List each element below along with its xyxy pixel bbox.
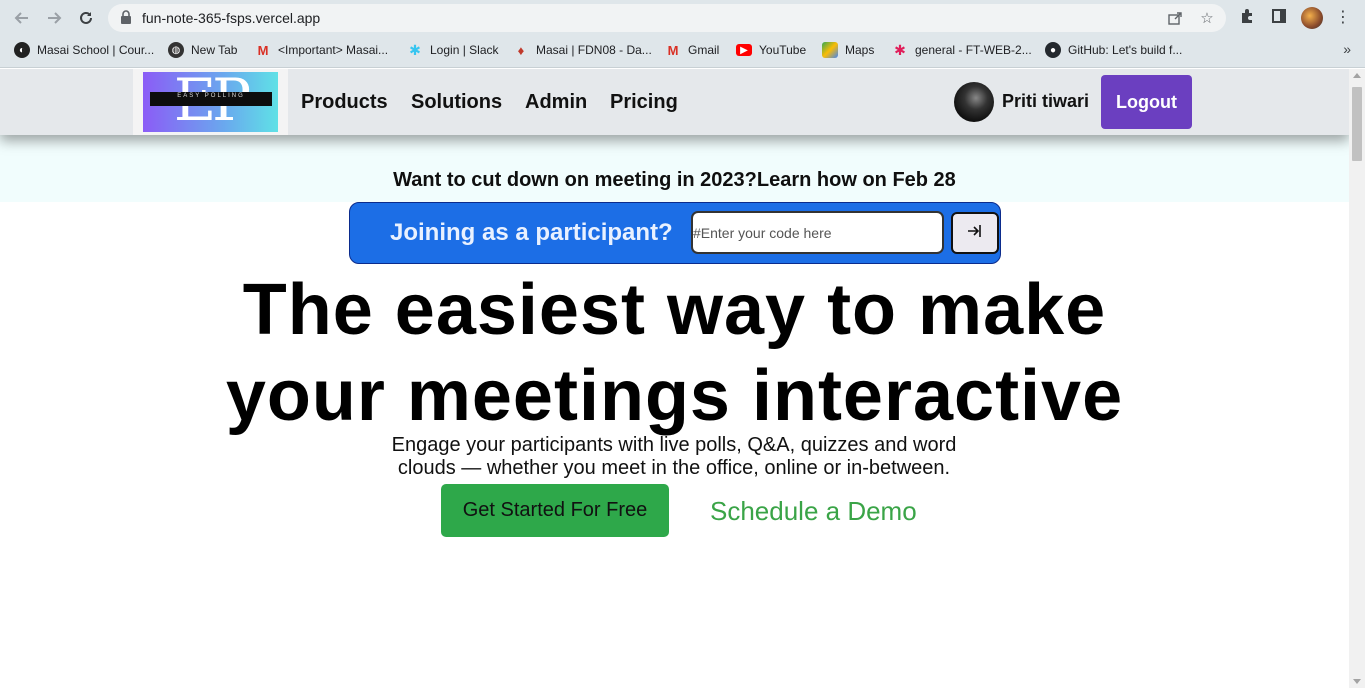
nav-admin[interactable]: Admin [525,91,587,114]
bookmark-label: GitHub: Let's build f... [1068,43,1183,57]
bookmark-label: Masai School | Cour... [37,43,155,57]
hero-subtitle: Engage your participants with live polls… [374,434,974,480]
back-icon[interactable] [10,6,34,30]
page-viewport: EP EASY POLLING Products Solutions Admin… [0,69,1349,688]
site-logo[interactable]: EP EASY POLLING [143,72,278,132]
browser-chrome: fun-note-365-fsps.vercel.app ☆ ⋮ ◐ Masai… [0,0,1365,68]
hero-title-line: The easiest way to make [242,270,1107,350]
scroll-down-icon[interactable] [1353,679,1361,684]
masai-pin-icon: ♦ [517,42,525,58]
bookmarks-bar: ◐ Masai School | Cour... ◍ New Tab M <Im… [0,36,1365,64]
bookmark-label: Maps [845,43,875,57]
bookmark-item[interactable]: ● GitHub: Let's build f... [1045,41,1182,59]
nav-products[interactable]: Products [301,91,388,114]
scrollbar-thumb[interactable] [1352,87,1362,161]
hero-title: The easiest way to make your meetings in… [0,267,1349,439]
browser-toolbar: fun-note-365-fsps.vercel.app ☆ ⋮ [0,0,1365,36]
masai-icon: ◐ [14,42,30,58]
youtube-icon: ▶ [736,44,752,56]
hero-title-line: your meetings interactive [225,356,1124,436]
page-scrollbar[interactable] [1349,69,1365,688]
gmail-icon: M [257,42,269,58]
bookmark-label: Masai | FDN08 - Da... [536,43,652,57]
bookmark-star-icon[interactable]: ☆ [1198,10,1216,28]
globe-icon: ◍ [168,42,184,58]
bookmark-label: Login | Slack [430,43,499,57]
share-icon[interactable] [1166,10,1184,28]
announcement-text: Want to cut down on meeting in 2023?Lear… [393,169,956,191]
join-participant-box: Joining as a participant? [349,202,1001,264]
more-bookmarks-icon[interactable]: » [1343,41,1351,57]
user-avatar[interactable] [954,82,994,122]
logout-button[interactable]: Logout [1101,75,1192,129]
join-label: Joining as a participant? [390,219,673,246]
bookmark-label: general - FT-WEB-2... [915,43,1032,57]
maps-icon [822,42,838,58]
side-panel-icon[interactable] [1269,8,1289,28]
bookmark-item[interactable]: ▶ YouTube [736,41,806,59]
nav-pricing[interactable]: Pricing [610,91,678,114]
bookmark-item[interactable]: Maps [822,41,874,59]
slack-icon: ✱ [409,41,421,58]
address-bar[interactable]: fun-note-365-fsps.vercel.app ☆ [108,4,1226,32]
reload-icon[interactable] [74,6,98,30]
profile-avatar[interactable] [1301,7,1323,29]
bookmark-item[interactable]: ✱ Login | Slack [407,41,499,59]
slack-icon: ✱ [894,41,906,58]
bookmark-label: Gmail [688,43,720,57]
logo-container[interactable]: EP EASY POLLING [133,69,288,135]
bookmark-label: YouTube [759,43,807,57]
event-code-input[interactable] [691,211,944,254]
forward-icon[interactable] [42,6,66,30]
extensions-icon[interactable] [1237,8,1257,28]
sign-in-arrow-icon [967,224,983,243]
nav-solutions[interactable]: Solutions [411,91,502,114]
bookmark-item[interactable]: ♦ Masai | FDN08 - Da... [513,41,652,59]
bookmark-item[interactable]: ◐ Masai School | Cour... [14,41,154,59]
site-navbar: EP EASY POLLING Products Solutions Admin… [0,69,1349,135]
join-submit-button[interactable] [951,212,999,254]
schedule-demo-link[interactable]: Schedule a Demo [710,496,917,527]
logo-tagline: EASY POLLING [177,93,245,99]
bookmark-item[interactable]: M Gmail [665,41,720,59]
bookmark-item[interactable]: ✱ general - FT-WEB-2... [892,41,1032,59]
bookmark-label: <Important> Masai... [278,43,389,57]
scroll-up-icon[interactable] [1353,73,1361,78]
get-started-button[interactable]: Get Started For Free [441,484,669,537]
user-name: Priti tiwari [1002,91,1090,111]
github-icon: ● [1045,42,1061,58]
hero-subtitle-line: Engage your participants with live polls… [391,434,957,456]
lock-icon [120,10,132,24]
hero-subtitle-line: clouds — whether you meet in the office,… [397,457,951,479]
url-text: fun-note-365-fsps.vercel.app [142,10,321,26]
bookmark-label: New Tab [191,43,238,57]
menu-kebab-icon[interactable]: ⋮ [1333,8,1353,28]
gmail-icon: M [667,42,679,58]
bookmark-item[interactable]: M <Important> Masai... [255,41,388,59]
bookmark-item[interactable]: ◍ New Tab [168,41,237,59]
